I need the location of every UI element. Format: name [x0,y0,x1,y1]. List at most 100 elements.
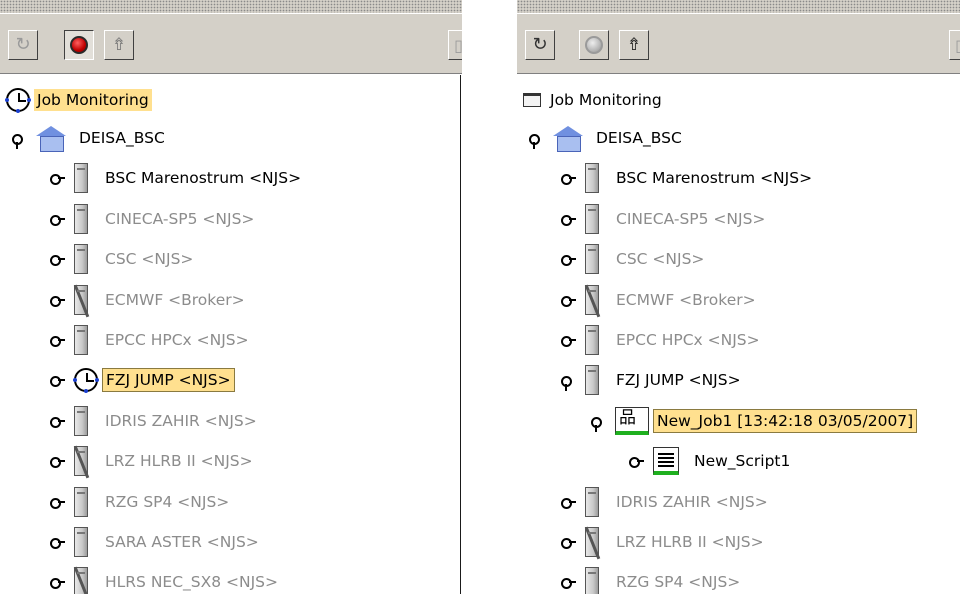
move-up-button[interactable]: ⇮ [104,30,134,60]
script-icon [653,447,679,475]
panel-border [460,75,461,594]
tree-node-label: IDRIS ZAHIR <NJS> [105,412,257,430]
broker-icon [585,285,599,315]
tree-node-label: RZG SP4 <NJS> [616,573,741,591]
move-up-button[interactable]: ⇮ [619,30,649,60]
collapse-handle[interactable] [561,537,576,549]
server-icon [585,487,599,517]
collapse-handle[interactable] [561,335,576,347]
collapse-handle[interactable] [561,295,576,307]
toolbar-grip[interactable] [0,0,462,14]
server-icon [74,244,88,274]
collapse-handle[interactable] [629,456,644,468]
tree-root-label: Job Monitoring [550,91,662,109]
collapse-handle[interactable] [561,214,576,226]
collapse-handle[interactable] [50,537,65,549]
collapse-handle[interactable] [50,295,65,307]
house-icon [36,126,66,152]
collapse-handle[interactable] [50,254,65,266]
tree-node-label: FZJ JUMP <NJS> [102,368,235,392]
tree-node[interactable]: EPCC HPCx <NJS> [50,320,252,360]
server-icon [585,325,599,355]
trash-icon: ▯ [955,35,960,55]
collapse-handle[interactable] [50,497,65,509]
tree-node[interactable]: RZG SP4 <NJS> [561,562,743,594]
tree-node-label: CSC <NJS> [616,250,705,268]
tree-node[interactable]: FZJ JUMP <NJS> [561,360,744,400]
refresh-icon: ↻ [15,34,31,55]
tree-node[interactable]: RZG SP4 <NJS> [50,482,232,522]
tree-node[interactable]: CINECA-SP5 <NJS> [50,199,257,239]
tree-root[interactable]: Job Monitoring [5,80,152,120]
tree-node-label: LRZ HLRB II <NJS> [616,533,764,551]
tree-node[interactable]: ECMWF <Broker> [50,280,248,320]
collapse-handle[interactable] [50,577,65,589]
tree-node[interactable]: IDRIS ZAHIR <NJS> [561,482,771,522]
server-icon [74,487,88,517]
tree-node[interactable]: BSC Marenostrum <NJS> [561,158,815,198]
tree-node-selected[interactable]: FZJ JUMP <NJS> [50,360,235,400]
tree-node[interactable]: CINECA-SP5 <NJS> [561,199,768,239]
expand-handle[interactable] [591,416,605,432]
delete-button[interactable]: ▯ [448,30,462,60]
job-icon: 品 [615,407,649,435]
tree-node[interactable]: CSC <NJS> [561,239,707,279]
trash-icon: ▯ [454,35,462,55]
refresh-button[interactable]: ↻ [8,30,38,60]
refresh-button[interactable]: ↻ [525,30,555,60]
server-icon [74,325,88,355]
tree-node[interactable]: LRZ HLRB II <NJS> [50,441,256,481]
broker-icon [74,285,88,315]
server-icon [585,244,599,274]
tree-root[interactable]: Job Monitoring [523,80,665,120]
collapse-handle[interactable] [561,497,576,509]
stop-button[interactable] [579,30,609,60]
stop-icon [70,36,88,54]
left-toolbar: ↻ ⇮ ▯ [0,14,462,74]
tree-node[interactable]: HLRS NEC_SX8 <NJS> [50,562,281,594]
stop-button[interactable] [64,30,94,60]
server-icon [74,204,88,234]
tree-node[interactable]: ECMWF <Broker> [561,280,759,320]
tree-node[interactable]: IDRIS ZAHIR <NJS> [50,401,260,441]
collapse-handle[interactable] [50,173,65,185]
collapse-handle[interactable] [561,577,576,589]
tree-node-label: HLRS NEC_SX8 <NJS> [105,573,279,591]
collapse-handle[interactable] [50,456,65,468]
tree-node-label: ECMWF <Broker> [105,291,245,309]
tree-node[interactable]: BSC Marenostrum <NJS> [50,158,304,198]
clock-icon [73,368,99,393]
tree-job[interactable]: 品 New_Job1 [13:42:18 03/05/2007] [591,401,918,441]
left-tree: Job Monitoring DEISA_BSC BSC Marenostrum… [0,75,462,594]
delete-button[interactable]: ▯ [949,30,960,60]
tree-node[interactable]: SARA ASTER <NJS> [50,522,262,562]
expand-handle[interactable] [12,133,26,149]
toolbar-grip[interactable] [517,0,960,14]
right-panel: ↻ ⇮ ▯ Job Monitoring DEISA_BSC BSC Maren… [517,0,960,594]
collapse-handle[interactable] [561,173,576,185]
right-toolbar: ↻ ⇮ ▯ [517,14,960,74]
server-icon [74,527,88,557]
tree-node-label: SARA ASTER <NJS> [105,533,259,551]
server-icon [585,204,599,234]
tree-site-label: DEISA_BSC [79,129,165,147]
tree-node-label: EPCC HPCx <NJS> [616,331,760,349]
left-panel: ↻ ⇮ ▯ Job Monitoring DEISA_BSC BSC Maren… [0,0,462,594]
collapse-handle[interactable] [50,416,65,428]
tree-site[interactable]: DEISA_BSC [12,118,168,158]
expand-handle[interactable] [529,133,543,149]
collapse-handle[interactable] [561,254,576,266]
tree-node[interactable]: LRZ HLRB II <NJS> [561,522,767,562]
expand-handle[interactable] [561,375,575,391]
tree-site[interactable]: DEISA_BSC [529,118,685,158]
collapse-handle[interactable] [50,214,65,226]
tree-site-label: DEISA_BSC [596,129,682,147]
tree-script[interactable]: New_Script1 [629,441,793,481]
folder-icon [523,93,541,107]
tree-node[interactable]: CSC <NJS> [50,239,196,279]
move-up-icon: ⇮ [111,34,127,55]
move-up-icon: ⇮ [626,34,642,55]
collapse-handle[interactable] [50,375,65,387]
collapse-handle[interactable] [50,335,65,347]
tree-node[interactable]: EPCC HPCx <NJS> [561,320,763,360]
